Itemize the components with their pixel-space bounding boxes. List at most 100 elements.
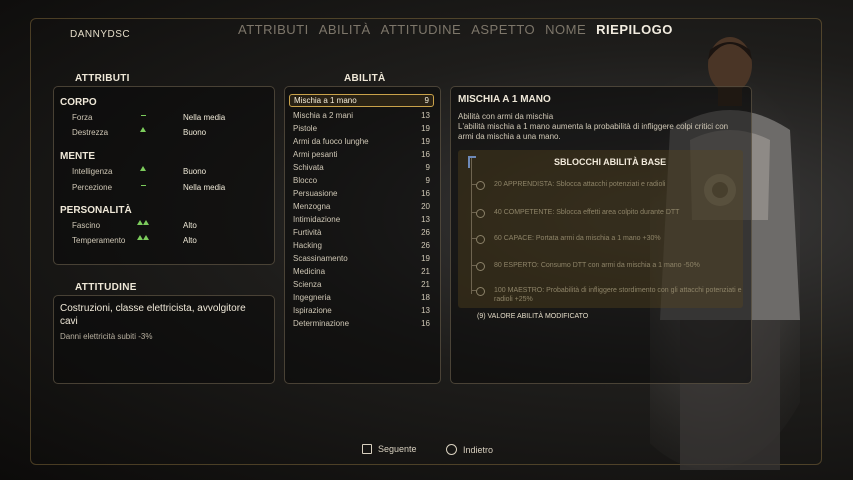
square-button-icon bbox=[362, 444, 372, 454]
skill-row[interactable]: Mischia a 2 mani 13 bbox=[289, 109, 434, 122]
skill-value: 16 bbox=[421, 319, 430, 328]
skill-name: Schivata bbox=[293, 163, 324, 172]
increase-arrow-icon bbox=[136, 127, 150, 134]
skill-name: Determinazione bbox=[293, 319, 350, 328]
group-corpo: CORPO bbox=[60, 97, 97, 108]
attr-value: Alto bbox=[183, 221, 197, 230]
skill-row[interactable]: Medicina 21 bbox=[289, 265, 434, 278]
attr-value: Nella media bbox=[183, 183, 226, 192]
double-increase-arrow-icon bbox=[136, 235, 150, 242]
attr-row-temperamento[interactable]: Temperamento Alto bbox=[72, 235, 262, 248]
unlocks-title: SBLOCCHI ABILITÀ BASE bbox=[554, 157, 667, 167]
skill-name: Medicina bbox=[293, 267, 326, 276]
locked-circle-icon bbox=[476, 287, 485, 296]
skill-row[interactable]: Ispirazione 13 bbox=[289, 304, 434, 317]
attributes-title: ATTRIBUTI bbox=[75, 73, 130, 84]
skill-name: Mischia a 2 mani bbox=[293, 111, 354, 120]
unlock-text: 20 APPRENDISTA: Sblocca attacchi potenzi… bbox=[494, 181, 666, 188]
skill-row[interactable]: Scienza 21 bbox=[289, 278, 434, 291]
attr-row-fascino[interactable]: Fascino Alto bbox=[72, 220, 262, 233]
attr-row-intelligenza[interactable]: Intelligenza Buono bbox=[72, 166, 262, 179]
skill-value: 9 bbox=[425, 163, 430, 172]
attr-row-destrezza[interactable]: Destrezza Buono bbox=[72, 127, 262, 140]
skill-detail-description: Abilità con armi da mischia L'abilità mi… bbox=[458, 112, 743, 142]
skill-row[interactable]: Pistole 19 bbox=[289, 122, 434, 135]
skill-row[interactable]: Schivata 9 bbox=[289, 161, 434, 174]
group-personalita: PERSONALITÀ bbox=[60, 205, 132, 216]
skill-row[interactable]: Persuasione 16 bbox=[289, 187, 434, 200]
unlock-text: 100 MAESTRO: Probabilità di infliggere s… bbox=[494, 287, 742, 303]
skill-row[interactable]: Blocco 9 bbox=[289, 174, 434, 187]
skill-row[interactable]: Scassinamento 19 bbox=[289, 252, 434, 265]
skill-row[interactable]: Furtività 26 bbox=[289, 226, 434, 239]
tab-riepilogo[interactable]: RIEPILOGO bbox=[596, 22, 673, 37]
skill-row[interactable]: Armi pesanti 16 bbox=[289, 148, 434, 161]
attr-row-percezione[interactable]: Percezione Nella media bbox=[72, 183, 262, 195]
attr-name: Forza bbox=[72, 113, 93, 122]
skill-name: Furtività bbox=[293, 228, 322, 237]
skill-name: Persuasione bbox=[293, 189, 338, 198]
skill-name: Pistole bbox=[293, 124, 318, 133]
skill-row[interactable]: Hacking 26 bbox=[289, 239, 434, 252]
player-name: DANNYDSC bbox=[70, 29, 131, 40]
skill-value: 16 bbox=[421, 150, 430, 159]
attr-value: Buono bbox=[183, 128, 207, 137]
tab-bar: ATTRIBUTI ABILITÀ ATTITUDINE ASPETTO NOM… bbox=[238, 22, 673, 37]
skill-name: Scassinamento bbox=[293, 254, 348, 263]
skill-value: 9 bbox=[425, 176, 430, 185]
skill-name: Ispirazione bbox=[293, 306, 332, 315]
skill-name: Mischia a 1 mano bbox=[294, 96, 357, 105]
back-button[interactable]: Indietro bbox=[446, 444, 493, 455]
attr-name: Destrezza bbox=[72, 128, 109, 137]
skill-row[interactable]: Determinazione 16 bbox=[289, 317, 434, 330]
skill-row[interactable]: Intimidazione 13 bbox=[289, 213, 434, 226]
tab-attitudine[interactable]: ATTITUDINE bbox=[381, 22, 462, 37]
circle-button-icon bbox=[446, 444, 457, 455]
skill-value: 13 bbox=[421, 306, 430, 315]
skill-name: Menzogna bbox=[293, 202, 331, 211]
unlock-timeline bbox=[471, 158, 472, 294]
skill-value: 18 bbox=[421, 293, 430, 302]
attitude-text: Costruzioni, classe elettricista, avvolg… bbox=[60, 303, 246, 327]
skill-value: 26 bbox=[421, 228, 430, 237]
unlock-text: 80 ESPERTO: Consumo DTT con armi da misc… bbox=[494, 262, 700, 269]
attr-value: Buono bbox=[183, 167, 207, 176]
modified-value-note: (9) VALORE ABILITÀ MODIFICATO bbox=[477, 313, 589, 320]
skill-value: 19 bbox=[421, 124, 430, 133]
unlock-text: 40 COMPETENTE: Sblocca effetti area colp… bbox=[494, 209, 680, 216]
skills-list: Mischia a 1 mano 9 Mischia a 2 mani 13 Pisto… bbox=[289, 94, 434, 330]
next-button[interactable]: Seguente bbox=[362, 444, 417, 454]
tab-abilita[interactable]: ABILITÀ bbox=[319, 22, 371, 37]
tab-aspetto[interactable]: ASPETTO bbox=[471, 22, 535, 37]
unlock-text: 60 CAPACE: Portata armi da mischia a 1 m… bbox=[494, 235, 661, 242]
skill-name: Ingegneria bbox=[293, 293, 331, 302]
locked-circle-icon bbox=[476, 262, 485, 271]
tab-nome[interactable]: NOME bbox=[545, 22, 586, 37]
next-label: Seguente bbox=[378, 444, 417, 454]
skill-value: 19 bbox=[421, 137, 430, 146]
skill-row[interactable]: Mischia a 1 mano 9 bbox=[289, 94, 434, 107]
attr-row-forza[interactable]: Forza Nella media bbox=[72, 113, 262, 125]
attitude-title: ATTITUDINE bbox=[75, 282, 137, 293]
neutral-dash-icon bbox=[136, 182, 150, 189]
skill-row[interactable]: Menzogna 20 bbox=[289, 200, 434, 213]
attr-name: Intelligenza bbox=[72, 167, 113, 176]
timeline-bracket-icon bbox=[468, 156, 476, 168]
unlocks-box bbox=[458, 150, 743, 308]
skill-row[interactable]: Armi da fuoco lunghe 19 bbox=[289, 135, 434, 148]
skill-name: Armi pesanti bbox=[293, 150, 338, 159]
skill-value: 13 bbox=[421, 111, 430, 120]
skill-value: 21 bbox=[421, 280, 430, 289]
tab-attributi[interactable]: ATTRIBUTI bbox=[238, 22, 309, 37]
skill-name: Scienza bbox=[293, 280, 322, 289]
skill-value: 16 bbox=[421, 189, 430, 198]
skills-title: ABILITÀ bbox=[344, 73, 386, 84]
skill-name: Hacking bbox=[293, 241, 322, 250]
locked-circle-icon bbox=[476, 235, 485, 244]
skill-value: 13 bbox=[421, 215, 430, 224]
attr-value: Nella media bbox=[183, 113, 226, 122]
skill-description-text: Abilità con armi da mischia L'abilità mi… bbox=[458, 112, 729, 141]
skill-row[interactable]: Ingegneria 18 bbox=[289, 291, 434, 304]
attr-name: Fascino bbox=[72, 221, 101, 230]
back-label: Indietro bbox=[463, 444, 494, 455]
